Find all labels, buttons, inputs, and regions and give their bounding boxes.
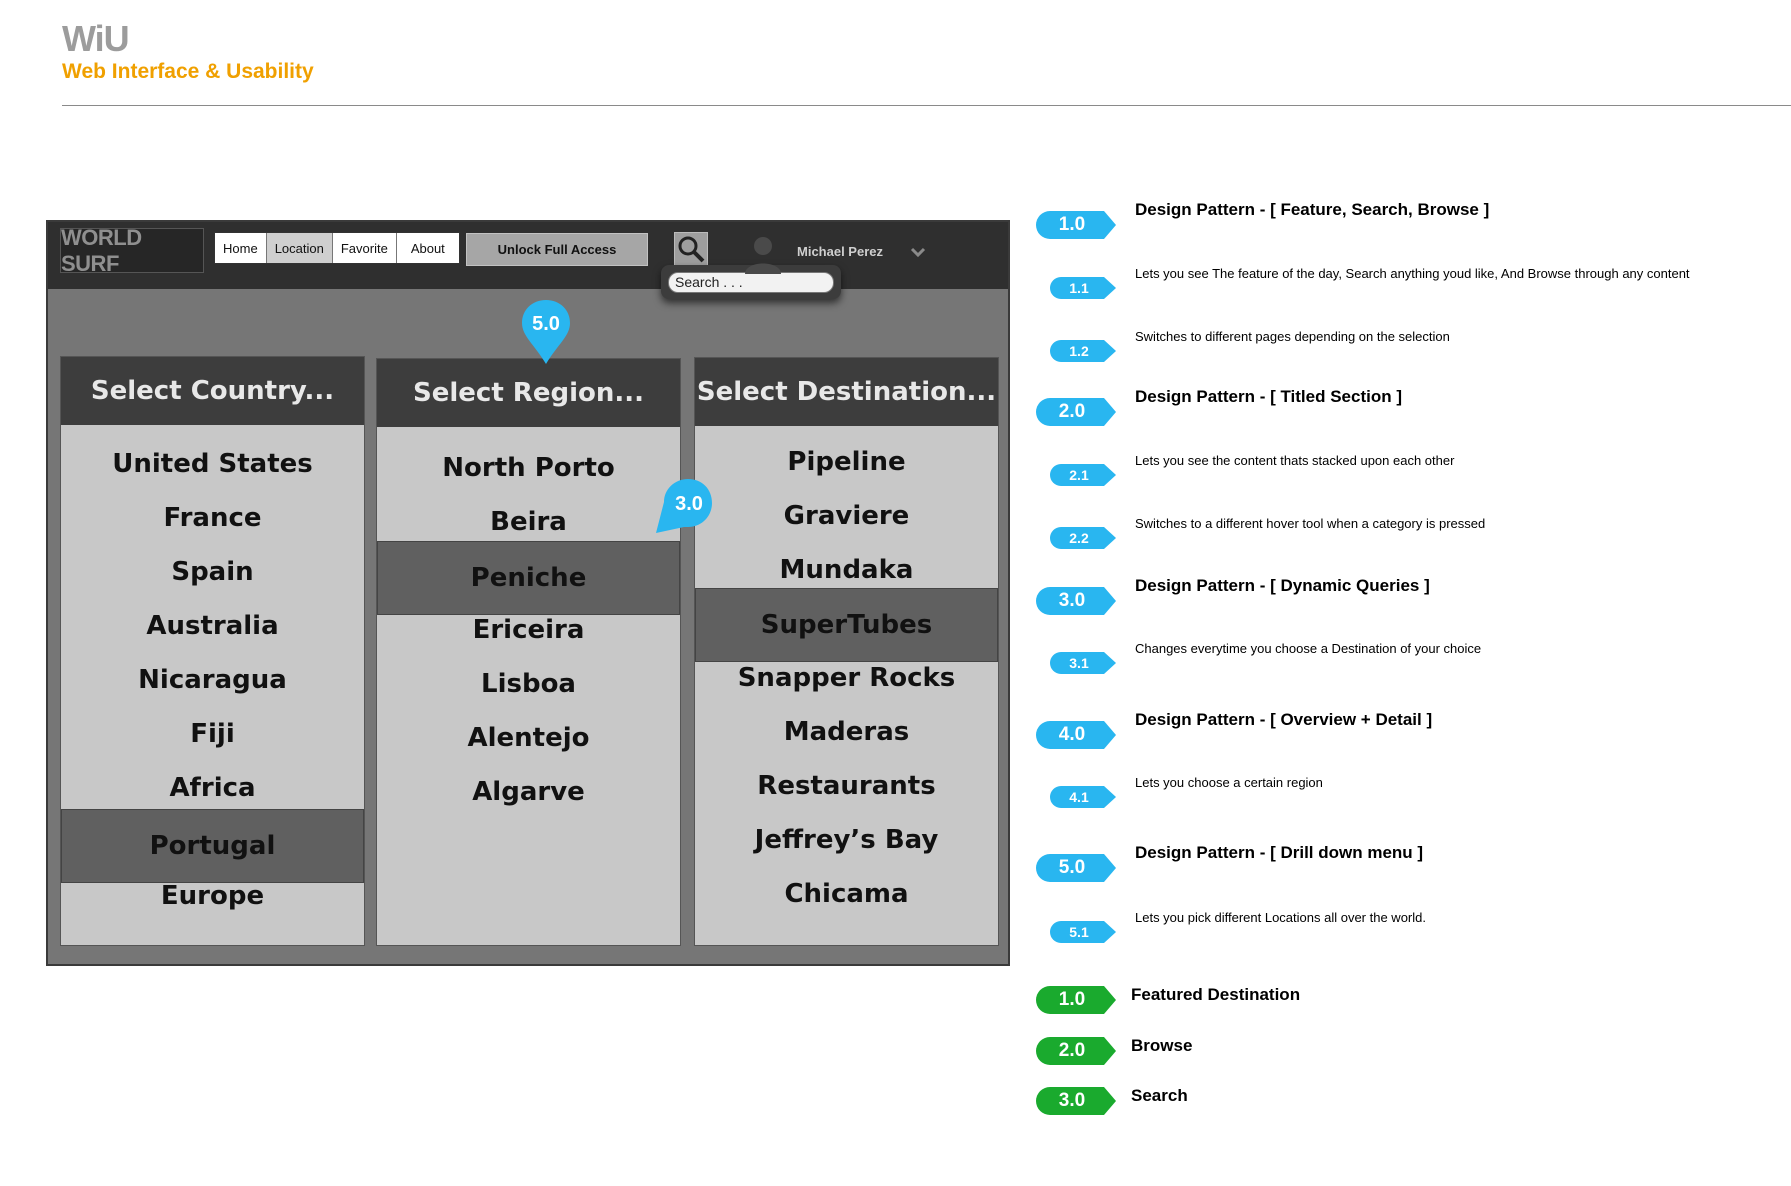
search-input[interactable]: Search . . . bbox=[668, 272, 834, 293]
destination-item[interactable]: Jeffrey’s Bay bbox=[695, 813, 998, 867]
legend-pattern-title: Design Pattern - [ Feature, Search, Brow… bbox=[1135, 200, 1490, 219]
callout-pin-3-label: 3.0 bbox=[675, 493, 703, 515]
country-column: Select Country... United States France S… bbox=[60, 356, 365, 946]
region-item[interactable]: Ericeira bbox=[377, 603, 680, 657]
legend-badge: 2.0 bbox=[1036, 398, 1116, 426]
legend-badge-number: 4.0 bbox=[1058, 724, 1086, 745]
chevron-down-icon[interactable] bbox=[910, 246, 926, 258]
legend-badge-number: 3.0 bbox=[1058, 1090, 1086, 1111]
region-item[interactable]: North Porto bbox=[377, 441, 680, 495]
legend-pattern-description: Lets you pick different Locations all ov… bbox=[1135, 910, 1426, 925]
region-item[interactable]: Algarve bbox=[377, 765, 680, 819]
nav-about-button[interactable]: About bbox=[396, 233, 459, 263]
destination-item[interactable]: Restaurants bbox=[695, 759, 998, 813]
country-item[interactable]: France bbox=[61, 491, 364, 545]
region-column: Select Region... North Porto Beira Penic… bbox=[376, 358, 681, 946]
country-item[interactable]: Nicaragua bbox=[61, 653, 364, 707]
search-button[interactable] bbox=[674, 232, 708, 266]
country-item[interactable]: Europe bbox=[61, 869, 364, 923]
main-nav: Home Location Favorite About bbox=[214, 232, 460, 264]
legend-badge: 3.0 bbox=[1036, 587, 1116, 615]
region-item[interactable]: Alentejo bbox=[377, 711, 680, 765]
legend-badge: 1.1 bbox=[1050, 277, 1116, 299]
legend-pattern-title: Design Pattern - [ Titled Section ] bbox=[1135, 387, 1402, 406]
legend-badge-number: 2.0 bbox=[1058, 1040, 1086, 1061]
legend-pattern-description: Changes everytime you choose a Destinati… bbox=[1135, 641, 1482, 656]
legend-badge-number: 1.0 bbox=[1058, 214, 1086, 235]
legend-pattern-description: Switches to a different hover tool when … bbox=[1135, 516, 1486, 531]
app-header-bar: WORLD SURF Home Location Favorite About … bbox=[48, 222, 1008, 299]
legend-badge-number: 2.2 bbox=[1069, 530, 1089, 546]
legend-badge-number: 3.1 bbox=[1069, 655, 1089, 671]
legend-pattern-description: Switches to different pages depending on… bbox=[1135, 329, 1450, 344]
legend-badge: 1.0 bbox=[1036, 986, 1116, 1014]
legend-badge: 4.0 bbox=[1036, 721, 1116, 749]
legend-badge: 1.0 bbox=[1036, 211, 1116, 239]
destination-column: Select Destination... Pipeline Graviere … bbox=[694, 357, 999, 946]
user-name[interactable]: Michael Perez bbox=[797, 244, 883, 259]
legend-badge-number: 2.0 bbox=[1058, 401, 1086, 422]
map-pin-icon: 5.0 bbox=[522, 300, 570, 364]
header-divider bbox=[62, 105, 1791, 106]
legend-pattern-title: Design Pattern - [ Drill down menu ] bbox=[1135, 843, 1424, 862]
destination-item[interactable]: Maderas bbox=[695, 705, 998, 759]
legend-badge-number: 3.0 bbox=[1058, 590, 1086, 611]
legend-badge: 2.0 bbox=[1036, 1037, 1116, 1065]
destination-item[interactable]: Pipeline bbox=[695, 435, 998, 489]
legend-badge: 1.2 bbox=[1050, 340, 1116, 362]
nav-home-button[interactable]: Home bbox=[215, 233, 267, 263]
search-icon bbox=[678, 236, 705, 263]
country-item[interactable]: Africa bbox=[61, 761, 364, 815]
callout-pin-5: 5.0 bbox=[520, 298, 572, 368]
legend-badge: 3.0 bbox=[1036, 1087, 1116, 1115]
wireframe-mockup: WORLD SURF Home Location Favorite About … bbox=[46, 220, 1010, 966]
unlock-full-access-button[interactable]: Unlock Full Access bbox=[466, 233, 648, 266]
country-item[interactable]: United States bbox=[61, 437, 364, 491]
legend-pattern-title: Design Pattern - [ Overview + Detail ] bbox=[1135, 710, 1433, 729]
country-item[interactable]: Fiji bbox=[61, 707, 364, 761]
destination-item[interactable]: Graviere bbox=[695, 489, 998, 543]
destination-item[interactable]: Snapper Rocks bbox=[695, 651, 998, 705]
brand-title: WiU bbox=[62, 18, 130, 59]
destination-item[interactable]: Chicama bbox=[695, 867, 998, 921]
region-item[interactable]: Lisboa bbox=[377, 657, 680, 711]
nav-location-button[interactable]: Location bbox=[266, 233, 333, 263]
legend-pattern-title: Browse bbox=[1131, 1036, 1193, 1055]
legend-badge-number: 1.2 bbox=[1069, 343, 1089, 359]
legend-badge-number: 5.1 bbox=[1069, 924, 1089, 940]
world-surf-logo[interactable]: WORLD SURF bbox=[60, 225, 204, 276]
country-column-title: Select Country... bbox=[61, 357, 364, 425]
legend-pattern-title: Design Pattern - [ Dynamic Queries ] bbox=[1135, 576, 1430, 595]
callout-pin-3: 3.0 bbox=[654, 477, 716, 537]
destination-column-title: Select Destination... bbox=[695, 358, 998, 426]
legend-badge: 2.2 bbox=[1050, 527, 1116, 549]
country-item[interactable]: Australia bbox=[61, 599, 364, 653]
legend-pattern-title: Search bbox=[1131, 1086, 1188, 1105]
legend-pattern-description: Lets you choose a certain region bbox=[1135, 775, 1323, 790]
legend-pattern-title: Featured Destination bbox=[1131, 985, 1301, 1004]
legend-pattern-description: Lets you see the content thats stacked u… bbox=[1135, 453, 1455, 468]
legend-badge: 4.1 bbox=[1050, 786, 1116, 808]
legend-badge: 5.0 bbox=[1036, 854, 1116, 882]
legend-badge: 2.1 bbox=[1050, 464, 1116, 486]
brand-subtitle: Web Interface & Usability bbox=[62, 60, 314, 83]
legend-badge-number: 1.1 bbox=[1069, 280, 1089, 296]
legend-badge: 3.1 bbox=[1050, 652, 1116, 674]
legend-badge-number: 1.0 bbox=[1058, 989, 1086, 1010]
legend-badge-number: 2.1 bbox=[1069, 467, 1089, 483]
legend-badge-number: 4.1 bbox=[1069, 789, 1089, 805]
legend-badge: 5.1 bbox=[1050, 921, 1116, 943]
callout-pin-5-label: 5.0 bbox=[532, 313, 560, 335]
legend-badge-number: 5.0 bbox=[1058, 857, 1086, 878]
speech-bubble-icon: 3.0 bbox=[656, 479, 712, 533]
country-item[interactable]: Spain bbox=[61, 545, 364, 599]
region-column-title: Select Region... bbox=[377, 359, 680, 427]
legend-pattern-description: Lets you see The feature of the day, Sea… bbox=[1135, 266, 1690, 281]
nav-favorite-button[interactable]: Favorite bbox=[332, 233, 397, 263]
user-avatar-icon[interactable] bbox=[742, 232, 784, 274]
